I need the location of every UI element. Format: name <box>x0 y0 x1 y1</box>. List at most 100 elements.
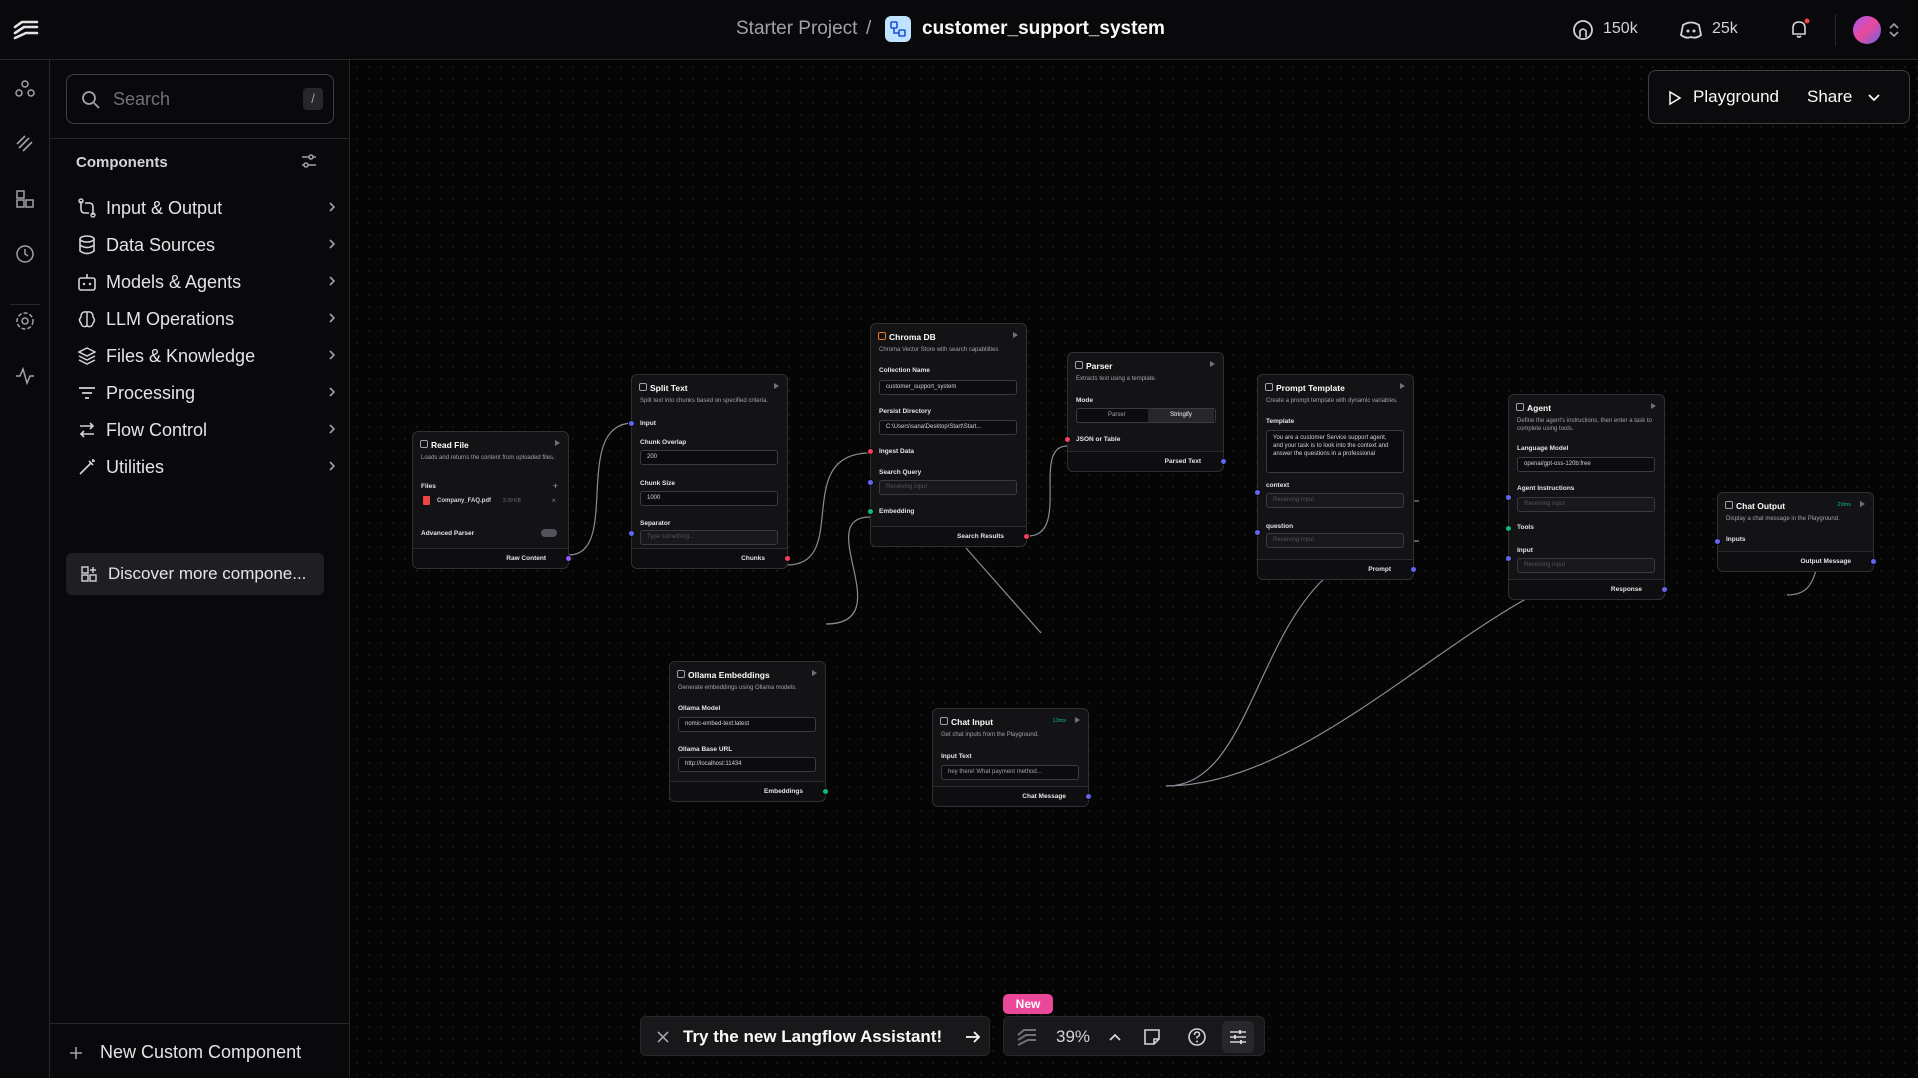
playground-button[interactable]: Playground <box>1693 87 1779 107</box>
collection-name-input[interactable]: customer_support_system <box>879 380 1017 395</box>
remove-file-icon[interactable]: × <box>551 496 556 505</box>
new-custom-component-button[interactable]: New Custom Component <box>100 1042 301 1063</box>
separator-input[interactable]: Type something... <box>640 530 778 545</box>
help-icon[interactable] <box>1187 1027 1207 1047</box>
github-stars[interactable]: 150k <box>1603 20 1638 38</box>
mode-parser-option[interactable]: Parser <box>1108 412 1126 418</box>
settings-icon[interactable] <box>13 309 37 333</box>
chevron-down-icon[interactable] <box>1867 92 1881 104</box>
discord-icon[interactable] <box>1680 20 1702 40</box>
language-model-select[interactable]: openai/gpt-oss-120b:free <box>1517 457 1655 472</box>
mode-stringify-option[interactable]: Stringify <box>1148 409 1214 422</box>
ollama-base-url-input[interactable]: http://localhost:11434 <box>678 757 816 772</box>
node-prompt-template[interactable]: Prompt Template Create a prompt template… <box>1254 374 1417 580</box>
input-handle[interactable] <box>628 420 635 427</box>
category-processing[interactable]: Processing <box>76 376 338 412</box>
input-handle[interactable] <box>1254 529 1261 536</box>
input-handle[interactable] <box>628 530 635 537</box>
run-icon[interactable] <box>555 440 560 446</box>
output-handle[interactable] <box>565 555 572 562</box>
langflow-assistant-icon[interactable] <box>1016 1027 1038 1047</box>
category-input-output[interactable]: Input & Output <box>76 191 338 227</box>
langflow-logo-icon[interactable] <box>12 18 40 42</box>
search-input[interactable]: Search <box>113 89 170 110</box>
chunk-overlap-input[interactable]: 200 <box>640 450 778 465</box>
node-parser[interactable]: Parser Extracts text using a template. M… <box>1064 352 1227 472</box>
input-handle[interactable] <box>1505 494 1512 501</box>
node-chroma-db[interactable]: Chroma DB Chroma Vector Store with searc… <box>867 323 1030 547</box>
ollama-model-select[interactable]: nomic-embed-text:latest <box>678 717 816 732</box>
node-ollama-embeddings[interactable]: Ollama Embeddings Generate embeddings us… <box>669 661 829 802</box>
activity-icon[interactable] <box>13 364 37 388</box>
context-input[interactable]: Receiving input <box>1266 493 1404 508</box>
output-handle[interactable] <box>784 555 791 562</box>
agent-instructions-input[interactable]: Receiving input <box>1517 497 1655 512</box>
components-icon[interactable] <box>13 77 37 101</box>
category-models-agents[interactable]: Models & Agents <box>76 265 338 301</box>
flow-canvas[interactable]: Read File Loads and returns the content … <box>351 61 1918 1078</box>
category-utilities[interactable]: Utilities <box>76 450 338 486</box>
github-icon[interactable] <box>1572 19 1594 41</box>
discord-members[interactable]: 25k <box>1712 20 1738 38</box>
zoom-level[interactable]: 39% <box>1056 1027 1090 1047</box>
canvas-settings-button[interactable] <box>1222 1021 1254 1053</box>
discover-more-button[interactable]: Discover more compone... <box>66 553 324 595</box>
filter-settings-icon[interactable] <box>300 152 318 170</box>
avatar[interactable] <box>1853 16 1881 44</box>
category-data-sources[interactable]: Data Sources <box>76 228 338 264</box>
template-textarea[interactable]: You are a customer Service support agent… <box>1266 430 1404 473</box>
close-icon[interactable] <box>657 1031 669 1043</box>
category-files-knowledge[interactable]: Files & Knowledge <box>76 339 338 375</box>
breadcrumb-project[interactable]: Starter Project <box>736 18 857 40</box>
agent-input[interactable]: Receiving input <box>1517 558 1655 573</box>
node-chat-output[interactable]: Chat Output 29ms Display a chat message … <box>1714 492 1877 572</box>
output-handle[interactable] <box>1220 458 1227 465</box>
run-icon[interactable] <box>1860 501 1865 507</box>
input-handle[interactable] <box>867 448 874 455</box>
persist-directory-input[interactable]: C:\Users\sana\Desktop\Start\Start... <box>879 420 1017 435</box>
input-handle[interactable] <box>1064 436 1071 443</box>
input-handle[interactable] <box>1505 555 1512 562</box>
search-query-input[interactable]: Receiving input <box>879 480 1017 495</box>
history-icon[interactable] <box>13 242 37 266</box>
chevron-updown-icon[interactable] <box>1888 20 1900 40</box>
input-handle[interactable] <box>867 479 874 486</box>
assistant-banner[interactable]: Try the new Langflow Assistant! <box>640 1016 990 1056</box>
chevron-up-icon[interactable] <box>1108 1031 1122 1043</box>
run-icon[interactable] <box>1013 332 1018 338</box>
output-handle[interactable] <box>1870 558 1877 565</box>
question-input[interactable]: Receiving input <box>1266 533 1404 548</box>
output-handle[interactable] <box>1410 566 1417 573</box>
sticky-note-icon[interactable] <box>1142 1027 1162 1047</box>
input-handle[interactable] <box>867 508 874 515</box>
bell-icon[interactable] <box>1788 18 1810 40</box>
run-icon[interactable] <box>1400 383 1405 389</box>
flow-name[interactable]: customer_support_system <box>922 18 1165 40</box>
node-read-file[interactable]: Read File Loads and returns the content … <box>412 431 572 569</box>
input-handle[interactable] <box>1714 538 1721 545</box>
run-icon[interactable] <box>1075 717 1080 723</box>
share-button[interactable]: Share <box>1807 87 1852 107</box>
output-handle[interactable] <box>1661 586 1668 593</box>
search-box[interactable]: Search / <box>66 74 334 124</box>
add-file-icon[interactable]: + <box>553 481 558 491</box>
run-icon[interactable] <box>812 670 817 676</box>
run-icon[interactable] <box>774 383 779 389</box>
input-handle[interactable] <box>1505 525 1512 532</box>
output-handle[interactable] <box>822 788 829 795</box>
node-agent[interactable]: Agent Define the agent's instructions, t… <box>1505 394 1668 600</box>
advanced-parser-toggle[interactable] <box>541 529 557 537</box>
input-handle[interactable] <box>1254 489 1261 496</box>
plus-icon[interactable] <box>68 1045 84 1061</box>
arrow-right-icon[interactable] <box>965 1030 981 1044</box>
node-chat-input[interactable]: Chat Input 13ms Get chat inputs from the… <box>932 708 1092 807</box>
category-llm-operations[interactable]: LLM Operations <box>76 302 338 338</box>
input-text-field[interactable]: hey there! What payment method... <box>941 765 1079 780</box>
run-icon[interactable] <box>1651 403 1656 409</box>
output-handle[interactable] <box>1085 793 1092 800</box>
node-split-text[interactable]: Split Text Split text into chunks based … <box>628 374 791 569</box>
bundles-icon[interactable] <box>13 187 37 211</box>
run-icon[interactable] <box>1210 361 1215 367</box>
category-flow-control[interactable]: Flow Control <box>76 413 338 449</box>
chunk-size-input[interactable]: 1000 <box>640 491 778 506</box>
